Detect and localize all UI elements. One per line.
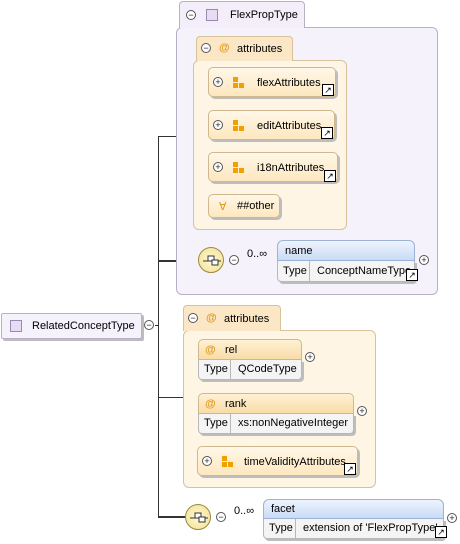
attribute-group-icon <box>222 456 233 467</box>
any-attribute[interactable]: ∀ ##other <box>208 194 280 218</box>
connector-vertical <box>158 136 159 516</box>
complex-type-icon <box>10 320 22 332</box>
attribute-header: @ rel <box>198 339 302 360</box>
type-label: Type <box>204 363 228 375</box>
group-label: timeValidityAttributes <box>244 456 346 468</box>
element-name: facet <box>271 503 295 515</box>
attributes-label: attributes <box>224 313 270 325</box>
type-label: Type <box>283 265 307 277</box>
root-collapse-icon[interactable]: − <box>144 320 154 330</box>
facet-element[interactable]: facet Type extension of 'FlexPropType' ↗ <box>263 499 447 539</box>
group-label: editAttributes <box>257 120 322 132</box>
attribute-group-icon <box>233 77 244 88</box>
expand-icon[interactable]: + <box>213 162 223 172</box>
attribute-group-editAttributes[interactable]: + editAttributes ↗ <box>208 110 335 140</box>
expand-icon[interactable]: + <box>447 513 457 523</box>
root-element[interactable]: RelatedConceptType <box>1 313 142 339</box>
link-icon[interactable]: ↗ <box>435 526 447 538</box>
element-type-row: Type ConceptNameType ↗ <box>277 261 418 282</box>
attribute-group-icon <box>233 162 244 173</box>
attribute-icon: @ <box>206 312 217 324</box>
attribute-group-flexAttributes[interactable]: + flexAttributes ↗ <box>208 67 336 97</box>
attribute-type-row: Type QCodeType <box>198 360 302 380</box>
expand-icon[interactable]: + <box>305 352 315 362</box>
type-value: ConceptNameType <box>317 265 412 277</box>
link-icon[interactable]: ↗ <box>344 463 356 475</box>
attribute-rel[interactable]: @ rel Type QCodeType <box>198 339 302 380</box>
group-label: flexAttributes <box>257 77 321 89</box>
expand-icon[interactable]: + <box>419 255 429 265</box>
connector-attrs <box>158 397 183 398</box>
attribute-icon: @ <box>205 398 216 410</box>
attribute-name: rank <box>225 398 247 410</box>
sequence-compositor-icon[interactable] <box>185 504 211 530</box>
attribute-rank[interactable]: @ rank Type xs:nonNegativeInteger <box>198 393 354 434</box>
element-header: facet <box>263 499 444 519</box>
name-cardinality: 0..∞ <box>247 248 268 260</box>
root-label: RelatedConceptType <box>32 320 135 332</box>
type-value: extension of 'FlexPropType' <box>303 522 438 534</box>
type-value: xs:nonNegativeInteger <box>238 417 349 429</box>
collapse-icon[interactable]: − <box>216 512 226 522</box>
expand-icon[interactable]: + <box>357 406 367 416</box>
link-icon[interactable]: ↗ <box>322 84 334 96</box>
element-header: name <box>277 240 415 261</box>
any-attribute-icon: ∀ <box>219 201 227 213</box>
attribute-icon: @ <box>205 344 216 356</box>
link-icon[interactable]: ↗ <box>321 127 333 139</box>
attribute-group-timeValidityAttributes[interactable]: + timeValidityAttributes ↗ <box>197 446 358 476</box>
collapse-icon[interactable]: − <box>186 10 196 20</box>
flexproptype-title: FlexPropType <box>230 9 298 21</box>
link-icon[interactable]: ↗ <box>324 170 336 182</box>
group-label: i18nAttributes <box>257 162 325 174</box>
connector-facet <box>158 516 186 518</box>
attribute-name: rel <box>225 344 238 356</box>
expand-icon[interactable]: + <box>213 77 223 87</box>
collapse-icon[interactable]: − <box>229 255 239 265</box>
sequence-compositor-icon[interactable] <box>198 247 224 273</box>
element-type-row: Type extension of 'FlexPropType' ↗ <box>263 519 447 539</box>
expand-icon[interactable]: + <box>213 120 223 130</box>
element-name: name <box>285 245 313 257</box>
collapse-icon[interactable]: − <box>201 43 211 53</box>
related-attributes-tab[interactable]: − @ attributes <box>183 305 281 331</box>
attribute-group-icon <box>233 120 244 131</box>
type-label: Type <box>269 522 293 534</box>
type-value: QCodeType <box>238 363 297 375</box>
attributes-label: attributes <box>237 43 283 55</box>
complex-type-icon <box>206 9 218 21</box>
flexproptype-tab[interactable]: − FlexPropType <box>179 1 305 28</box>
flex-attributes-tab[interactable]: − @ attributes <box>196 36 293 61</box>
attribute-header: @ rank <box>198 393 354 414</box>
name-element[interactable]: name Type ConceptNameType ↗ <box>277 240 418 282</box>
link-icon[interactable]: ↗ <box>406 269 418 281</box>
attribute-group-i18nAttributes[interactable]: + i18nAttributes ↗ <box>208 152 338 182</box>
type-label: Type <box>204 417 228 429</box>
attribute-type-row: Type xs:nonNegativeInteger <box>198 414 354 434</box>
facet-cardinality: 0..∞ <box>234 505 255 517</box>
expand-icon[interactable]: + <box>202 456 212 466</box>
any-attribute-label: ##other <box>237 200 275 212</box>
collapse-icon[interactable]: − <box>188 313 198 323</box>
attribute-icon: @ <box>219 42 230 54</box>
